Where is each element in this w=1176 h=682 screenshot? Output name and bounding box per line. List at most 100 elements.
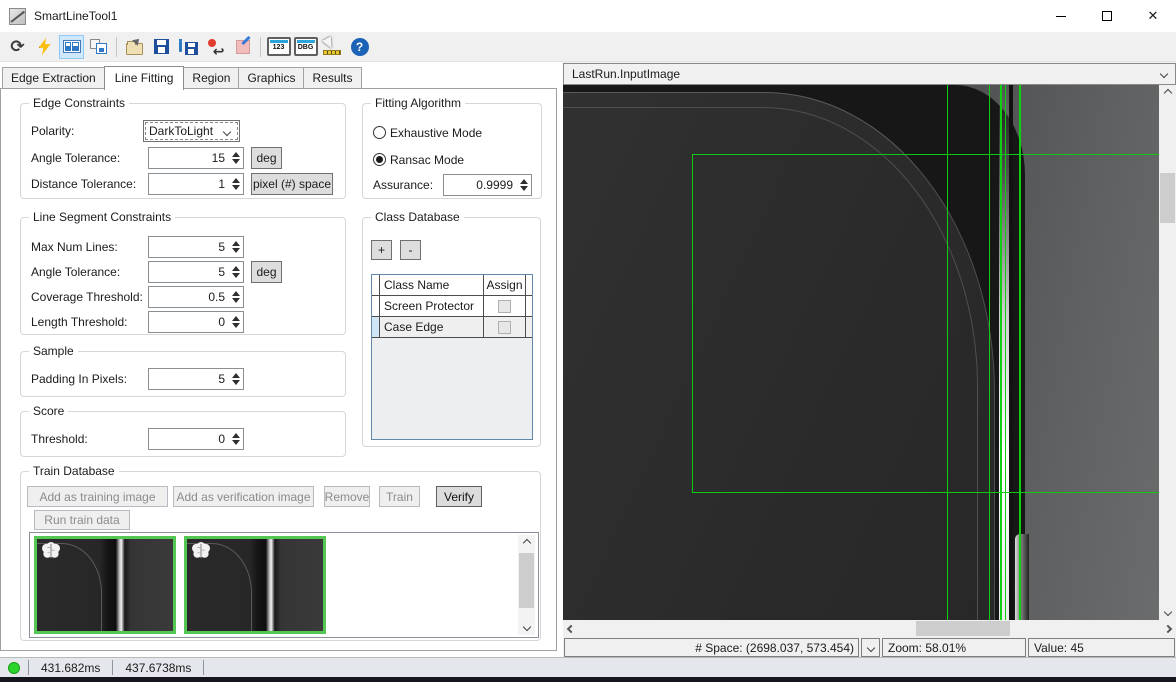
coverage-threshold-input[interactable]: 0.5 [148,286,244,308]
space-dropdown-button[interactable] [861,638,880,657]
group-title: Score [29,404,68,418]
spinner-buttons[interactable] [228,262,243,282]
help-icon[interactable]: ? [347,35,372,59]
fitted-line-overlay [1005,85,1006,620]
assurance-label: Assurance: [373,174,433,196]
train-image-list[interactable] [29,532,539,638]
save-with-run-icon[interactable] [176,35,201,59]
app-window: SmartLineTool1 ✕ ⟳ ↩ 123 DBG ? Edge Extr… [0,0,1176,682]
angle-tolerance-input[interactable]: 15 [148,147,244,169]
score-threshold-input[interactable]: 0 [148,428,244,450]
fitted-line-overlay [1019,85,1021,620]
thumbnail-scrollbar[interactable] [518,535,535,635]
horizontal-scrollbar[interactable] [563,620,1176,637]
scroll-up-arrow[interactable] [1159,85,1176,101]
run-loop-icon[interactable]: ⟳ [5,35,30,59]
save-icon[interactable] [149,35,174,59]
ransac-mode-label: Ransac Mode [390,149,464,171]
train-thumbnail[interactable] [184,536,326,634]
maximize-button[interactable] [1084,0,1130,32]
angle-unit-button[interactable]: deg [251,261,282,283]
window-bottom-border [0,677,1176,682]
record-revert-icon[interactable]: ↩ [203,35,228,59]
spinner-buttons[interactable] [228,369,243,389]
train-thumbnail[interactable] [34,536,176,634]
distance-unit-button[interactable]: pixel (#) space [251,173,333,195]
table-row[interactable]: Screen Protector [372,296,532,317]
tab-edge-extraction[interactable]: Edge Extraction [2,67,105,88]
distance-tolerance-input[interactable]: 1 [148,173,244,195]
fitted-line-overlay [1000,85,1002,620]
max-num-lines-input[interactable]: 5 [148,236,244,258]
display-source-dropdown[interactable]: LastRun.InputImage [563,63,1176,85]
add-class-button[interactable]: + [371,240,392,260]
float-windows-icon[interactable] [86,35,111,59]
image-viewport[interactable] [563,85,1159,620]
tab-region[interactable]: Region [183,67,239,88]
show-panels-icon[interactable] [59,35,84,59]
polarity-label: Polarity: [31,120,74,142]
scrollbar-thumb[interactable] [519,553,534,608]
main-area: Edge Extraction Line Fitting Region Grap… [0,62,1176,657]
scrollbar-thumb[interactable] [916,621,1010,636]
spinner-buttons[interactable] [228,237,243,257]
edit-region-icon[interactable] [230,35,255,59]
add-training-image-button[interactable]: Add as training image [27,486,168,507]
ransac-mode-radio[interactable] [373,153,386,166]
scroll-up-arrow[interactable] [518,535,535,551]
angle-tolerance-input[interactable]: 5 [148,261,244,283]
close-button[interactable]: ✕ [1130,0,1176,32]
execution-time: 431.682ms [29,661,112,675]
sample-group: Sample Padding In Pixels: 5 [20,351,346,397]
add-verification-image-button[interactable]: Add as verification image [173,486,314,507]
app-icon [9,8,26,25]
minimize-button[interactable] [1038,0,1084,32]
score-group: Score Threshold: 0 [20,411,346,457]
spinner-buttons[interactable] [228,287,243,307]
spinner-buttons[interactable] [228,148,243,168]
spinner-buttons[interactable] [228,429,243,449]
spinner-buttons[interactable] [516,175,531,195]
scroll-left-arrow[interactable] [563,620,579,637]
verify-button[interactable]: Verify [436,486,482,507]
table-row[interactable]: Case Edge [372,317,532,338]
tab-line-fitting[interactable]: Line Fitting [104,66,185,90]
scroll-right-arrow[interactable] [1160,620,1176,637]
angle-unit-button[interactable]: deg [251,147,282,169]
train-button[interactable]: Train [379,486,420,507]
tab-results[interactable]: Results [303,67,361,88]
scroll-down-arrow[interactable] [518,619,535,635]
tabstrip: Edge Extraction Line Fitting Region Grap… [2,64,557,88]
remove-class-button[interactable]: - [400,240,421,260]
assurance-input[interactable]: 0.9999 [443,174,532,196]
class-name-cell: Case Edge [380,317,484,337]
toolbar-separator [260,37,261,57]
open-file-icon[interactable] [122,35,147,59]
polarity-dropdown[interactable]: DarkToLight [143,120,240,142]
length-threshold-input[interactable]: 0 [148,311,244,333]
spinner-buttons[interactable] [228,174,243,194]
assign-checkbox[interactable] [498,321,511,334]
tab-graphics[interactable]: Graphics [238,67,304,88]
number-display-button[interactable]: 123 [266,35,291,59]
measure-icon[interactable] [320,35,345,59]
class-table: Class Name Assign Screen Protector Case … [371,274,533,440]
run-once-icon[interactable] [32,35,57,59]
run-train-data-button[interactable]: Run train data [34,510,130,530]
toolbar-separator [116,37,117,57]
col-assign[interactable]: Assign [484,275,526,295]
remove-button[interactable]: Remove [324,486,370,507]
exhaustive-mode-radio[interactable] [373,126,386,139]
group-title: Class Database [371,210,464,224]
scrollbar-thumb[interactable] [1160,173,1175,223]
scroll-down-arrow[interactable] [1159,604,1176,620]
status-bar: 431.682ms 437.6738ms [0,657,1176,677]
col-class-name[interactable]: Class Name [380,275,484,295]
debug-display-button[interactable]: DBG [293,35,318,59]
train-database-group: Train Database Add as training image Add… [20,471,541,641]
group-title: Sample [29,344,78,358]
assign-checkbox[interactable] [498,300,511,313]
padding-in-pixels-input[interactable]: 5 [148,368,244,390]
vertical-scrollbar[interactable] [1159,85,1176,620]
spinner-buttons[interactable] [228,312,243,332]
